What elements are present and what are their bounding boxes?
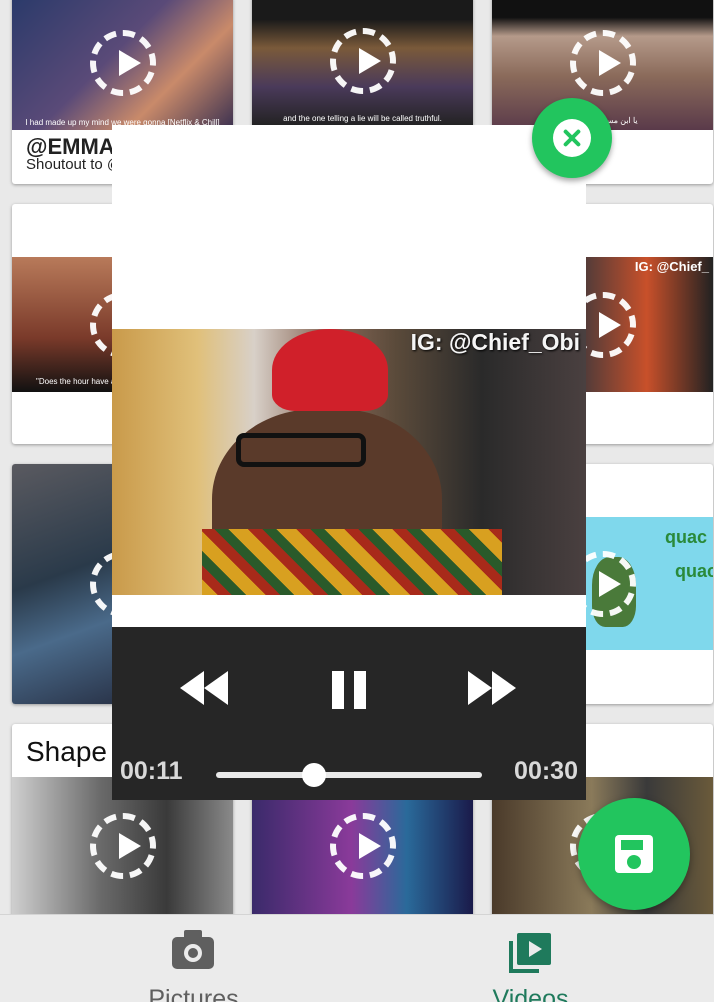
floppy-disk-icon [615,835,653,873]
seek-bar-track[interactable] [216,772,482,778]
fast-forward-button[interactable] [468,671,518,711]
video-library-icon [509,933,551,973]
close-icon [553,119,591,157]
kente-shirt [202,529,502,595]
play-icon[interactable] [329,28,396,94]
card-overlay-subtitle: Shoutout to @ [26,156,123,173]
total-time: 00:30 [514,757,578,785]
card-title: Shape [26,736,107,767]
rewind-button[interactable] [180,671,230,711]
play-icon[interactable] [89,812,156,879]
video-caption: IG: @Chief_ [634,259,709,274]
player-controls: 00:11 00:30 [112,627,586,800]
fast-forward-icon [468,671,518,705]
nav-label-videos: Videos [492,985,569,1002]
nav-item-videos[interactable]: Videos [352,915,709,1002]
rewind-icon [180,671,230,705]
save-button[interactable] [578,798,690,910]
video-watermark: IG: @Chief_Obi [410,329,580,355]
glasses [236,433,366,467]
play-icon[interactable] [329,812,396,879]
video-player-dialog: IG: @Chief_Obi 00:11 00:30 [112,125,586,800]
video-thumbnail: يا ابن مسعود ، إن من [492,0,713,130]
video-frame[interactable]: IG: @Chief_Obi [112,329,586,595]
nav-label-pictures: Pictures [148,985,239,1002]
video-caption: quac [674,561,713,581]
play-icon[interactable] [89,30,156,96]
pause-icon [332,671,368,709]
pause-button[interactable] [332,671,368,711]
red-cap [272,329,388,411]
play-icon[interactable] [569,30,636,96]
seek-bar-thumb[interactable] [302,763,327,787]
nav-item-pictures[interactable]: Pictures [15,915,372,1002]
video-caption: and the one telling a lie will be called… [283,114,442,123]
bottom-navigation: Pictures Videos [0,914,714,1002]
camera-icon [172,930,214,969]
video-thumbnail: I had made up my mind we were gonna [Net… [12,0,233,130]
video-bottom-gap [112,595,586,627]
video-caption: quac [664,527,707,547]
dialog-header-area [112,125,586,329]
close-button[interactable] [532,98,612,178]
video-thumbnail: and the one telling a lie will be called… [252,0,473,126]
current-time: 00:11 [120,757,183,785]
